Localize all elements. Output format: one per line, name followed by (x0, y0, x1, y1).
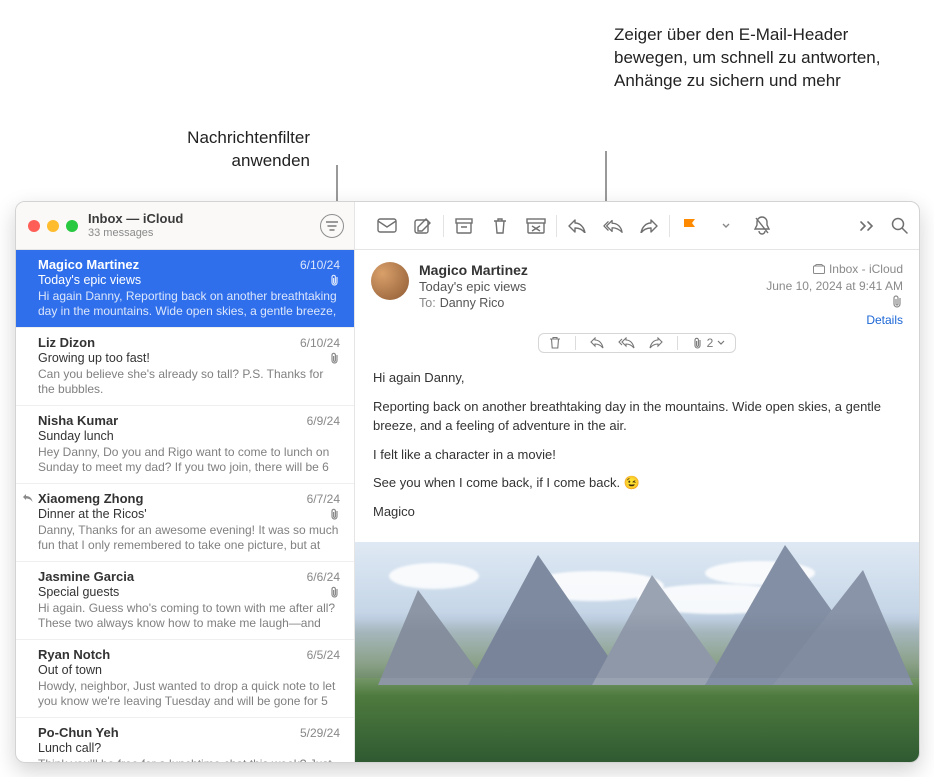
msg-date: 5/29/24 (300, 726, 340, 740)
message-header: Magico Martinez Today's epic views To:Da… (355, 250, 919, 357)
mailbox-name: Inbox — iCloud (88, 212, 320, 227)
msg-preview: Hey Danny, Do you and Rigo want to come … (38, 445, 340, 475)
flag-button[interactable] (680, 217, 700, 235)
mailbox-count: 33 messages (88, 227, 320, 240)
msg-sender: Po-Chun Yeh (38, 725, 119, 740)
get-mail-button[interactable] (377, 217, 397, 235)
msg-sender: Xiaomeng Zhong (38, 491, 143, 506)
msg-date: 6/6/24 (307, 570, 340, 584)
quick-action-bar[interactable]: 2 (538, 333, 737, 353)
filter-button[interactable] (320, 214, 344, 238)
minimize-window-icon[interactable] (47, 220, 59, 232)
attachment-icon (329, 274, 340, 287)
message-body: Hi again Danny, Reporting back on another… (355, 357, 919, 542)
message-item[interactable]: Xiaomeng Zhong 6/7/24 Dinner at the Ricos'… (16, 484, 354, 562)
body-paragraph: I felt like a character in a movie! (373, 446, 901, 465)
msg-preview: Howdy, neighbor, Just wanted to drop a q… (38, 679, 340, 709)
msg-subject: Lunch call? (38, 741, 101, 755)
viewer-subject: Today's epic views (419, 279, 756, 294)
msg-subject: Dinner at the Ricos' (38, 507, 147, 521)
message-item[interactable]: Liz Dizon 6/10/24 Growing up too fast! Can … (16, 328, 354, 406)
attachment-icon (329, 352, 340, 365)
message-item[interactable]: Po-Chun Yeh 5/29/24 Lunch call? Think you'l… (16, 718, 354, 762)
viewer-sender: Magico Martinez (419, 262, 756, 278)
forward-button[interactable] (639, 217, 659, 235)
message-item[interactable]: Magico Martinez 6/10/24 Today's epic views… (16, 250, 354, 328)
msg-subject: Sunday lunch (38, 429, 114, 443)
details-link[interactable]: Details (766, 313, 903, 327)
replied-icon (22, 493, 33, 503)
archive-button[interactable] (454, 217, 474, 235)
avatar[interactable] (371, 262, 409, 300)
mailbox-title: Inbox — iCloud 33 messages (88, 212, 320, 240)
toolbar: Inbox — iCloud 33 messages (16, 202, 919, 250)
message-item[interactable]: Ryan Notch 6/5/24 Out of town Howdy, neighb… (16, 640, 354, 718)
attachment-image[interactable] (355, 542, 919, 762)
msg-sender: Liz Dizon (38, 335, 95, 350)
msg-subject: Growing up too fast! (38, 351, 150, 365)
quick-reply-button[interactable] (590, 337, 604, 349)
callout-header-hover: Zeiger über den E-Mail-Header bewegen, u… (614, 24, 914, 93)
viewer-timestamp: June 10, 2024 at 9:41 AM (766, 279, 903, 293)
msg-date: 6/5/24 (307, 648, 340, 662)
attachment-icon (329, 586, 340, 599)
msg-preview: Danny, Thanks for an awesome evening! It… (38, 523, 340, 553)
filter-icon (326, 221, 338, 231)
message-viewer: Magico Martinez Today's epic views To:Da… (355, 250, 919, 762)
body-paragraph: Reporting back on another breathtaking d… (373, 398, 901, 436)
zoom-window-icon[interactable] (66, 220, 78, 232)
msg-subject: Today's epic views (38, 273, 141, 287)
msg-date: 6/10/24 (300, 258, 340, 272)
message-item[interactable]: Nisha Kumar 6/9/24 Sunday lunch Hey Danny, … (16, 406, 354, 484)
quick-reply-all-button[interactable] (618, 337, 635, 349)
chevron-down-icon (717, 340, 725, 346)
viewer-recipient: To:Danny Rico (419, 296, 756, 310)
msg-sender: Magico Martinez (38, 257, 139, 272)
mail-window: Inbox — iCloud 33 messages (15, 201, 920, 763)
attachment-icon (329, 508, 340, 521)
msg-sender: Ryan Notch (38, 647, 110, 662)
msg-subject: Out of town (38, 663, 102, 677)
msg-sender: Jasmine Garcia (38, 569, 134, 584)
msg-subject: Special guests (38, 585, 119, 599)
flag-options-button[interactable] (716, 217, 736, 235)
msg-preview: Can you believe she's already so tall? P… (38, 367, 340, 397)
msg-date: 6/7/24 (307, 492, 340, 506)
delete-button[interactable] (490, 217, 510, 235)
compose-button[interactable] (413, 217, 433, 235)
msg-date: 6/10/24 (300, 336, 340, 350)
msg-sender: Nisha Kumar (38, 413, 118, 428)
search-button[interactable] (889, 217, 909, 235)
body-paragraph: See you when I come back, if I come back… (373, 474, 901, 493)
message-list[interactable]: Magico Martinez 6/10/24 Today's epic views… (16, 250, 355, 762)
msg-preview: Hi again Danny, Reporting back on anothe… (38, 289, 340, 319)
reply-all-button[interactable] (603, 217, 623, 235)
reply-button[interactable] (567, 217, 587, 235)
attachment-icon (891, 295, 903, 309)
callout-filter: Nachrichtenfilter anwenden (110, 127, 310, 173)
close-window-icon[interactable] (28, 220, 40, 232)
msg-preview: Hi again. Guess who's coming to town wit… (38, 601, 340, 631)
more-button[interactable] (857, 217, 877, 235)
body-paragraph: Magico (373, 503, 901, 522)
quick-delete-button[interactable] (549, 336, 561, 350)
msg-date: 6/9/24 (307, 414, 340, 428)
junk-button[interactable] (526, 217, 546, 235)
msg-preview: Think you'll be free for a lunchtime cha… (38, 757, 340, 762)
viewer-location: Inbox - iCloud (813, 262, 903, 276)
window-controls[interactable] (28, 220, 78, 232)
quick-attachments-button[interactable]: 2 (692, 336, 726, 350)
message-item[interactable]: Jasmine Garcia 6/6/24 Special guests Hi aga… (16, 562, 354, 640)
mailbox-icon (813, 264, 825, 274)
body-paragraph: Hi again Danny, (373, 369, 901, 388)
mute-button[interactable] (752, 217, 772, 235)
quick-forward-button[interactable] (649, 337, 663, 349)
